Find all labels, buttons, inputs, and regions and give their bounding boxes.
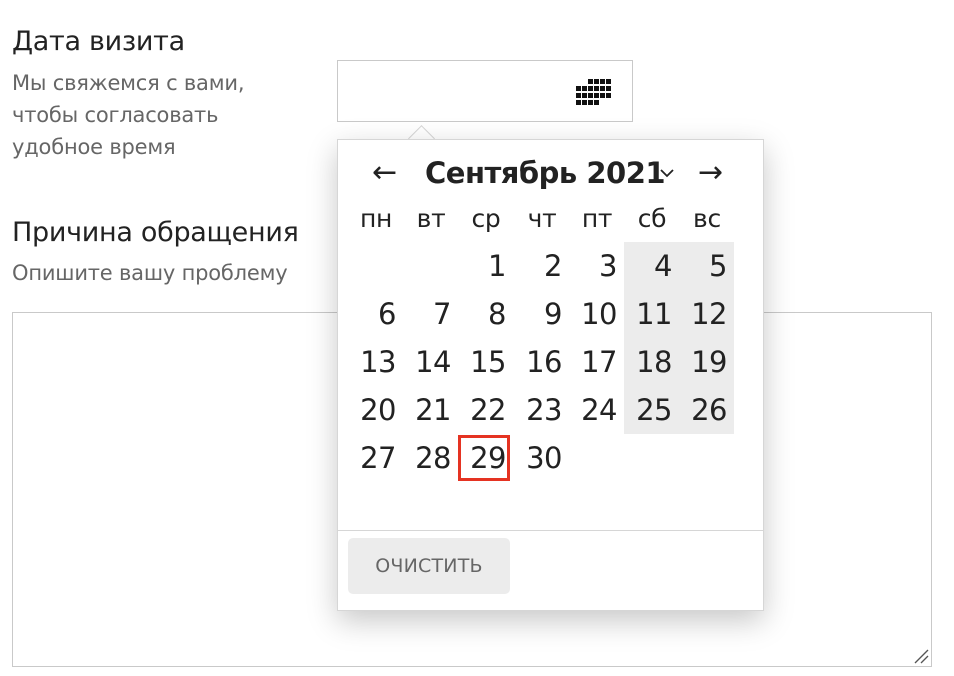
weekday-mon: пн: [359, 204, 393, 233]
day-23[interactable]: 23: [514, 387, 566, 433]
day-27[interactable]: 27: [348, 435, 400, 481]
weekday-sat: сб: [637, 204, 667, 233]
visit-date-title: Дата визита: [12, 26, 185, 57]
day-15[interactable]: 15: [458, 339, 510, 385]
day-10[interactable]: 10: [569, 291, 621, 337]
day-16[interactable]: 16: [514, 339, 566, 385]
month-title[interactable]: Сентябрь 2021: [425, 156, 666, 190]
day-14[interactable]: 14: [403, 339, 455, 385]
day-19[interactable]: 19: [679, 339, 731, 385]
visit-date-hint-line-3: удобное время: [12, 135, 176, 159]
day-17[interactable]: 17: [569, 339, 621, 385]
day-29[interactable]: 29: [458, 435, 510, 481]
weekday-fri: пт: [581, 204, 613, 233]
reason-hint: Опишите вашу проблему: [12, 261, 288, 285]
visit-date-hint-line-2: чтобы согласовать: [12, 103, 219, 127]
chevron-down-icon[interactable]: [658, 164, 676, 182]
popup-divider: [338, 530, 763, 531]
day-5[interactable]: 5: [679, 243, 731, 289]
day-20[interactable]: 20: [348, 387, 400, 433]
day-25[interactable]: 25: [624, 387, 676, 433]
day-8[interactable]: 8: [458, 291, 510, 337]
clear-button[interactable]: ОЧИСТИТЬ: [348, 538, 510, 594]
day-13[interactable]: 13: [348, 339, 400, 385]
weekday-tue: вт: [416, 204, 446, 233]
day-9[interactable]: 9: [514, 291, 566, 337]
day-28[interactable]: 28: [403, 435, 455, 481]
day-18[interactable]: 18: [624, 339, 676, 385]
visit-date-input[interactable]: [337, 60, 633, 122]
calendar-grid-icon[interactable]: [576, 78, 616, 108]
resize-handle-icon[interactable]: [913, 648, 929, 664]
day-30[interactable]: 30: [514, 435, 566, 481]
weekday-wed: ср: [471, 204, 501, 233]
weekday-thu: чт: [527, 204, 557, 233]
calendar-popup: ← Сентябрь 2021 → пн вт ср чт пт сб вс 1…: [337, 139, 764, 611]
day-7[interactable]: 7: [403, 291, 455, 337]
day-22[interactable]: 22: [458, 387, 510, 433]
day-2[interactable]: 2: [514, 243, 566, 289]
day-12[interactable]: 12: [679, 291, 731, 337]
visit-date-hint-line-1: Мы свяжемся с вами,: [12, 71, 245, 95]
day-3[interactable]: 3: [569, 243, 621, 289]
day-21[interactable]: 21: [403, 387, 455, 433]
reason-title: Причина обращения: [12, 217, 299, 248]
day-26[interactable]: 26: [679, 387, 731, 433]
weekday-sun: вс: [693, 204, 721, 233]
day-6[interactable]: 6: [348, 291, 400, 337]
day-1[interactable]: 1: [458, 243, 510, 289]
day-24[interactable]: 24: [569, 387, 621, 433]
next-month-button[interactable]: →: [698, 158, 723, 188]
day-4[interactable]: 4: [624, 243, 676, 289]
day-11[interactable]: 11: [624, 291, 676, 337]
prev-month-button[interactable]: ←: [372, 158, 397, 188]
